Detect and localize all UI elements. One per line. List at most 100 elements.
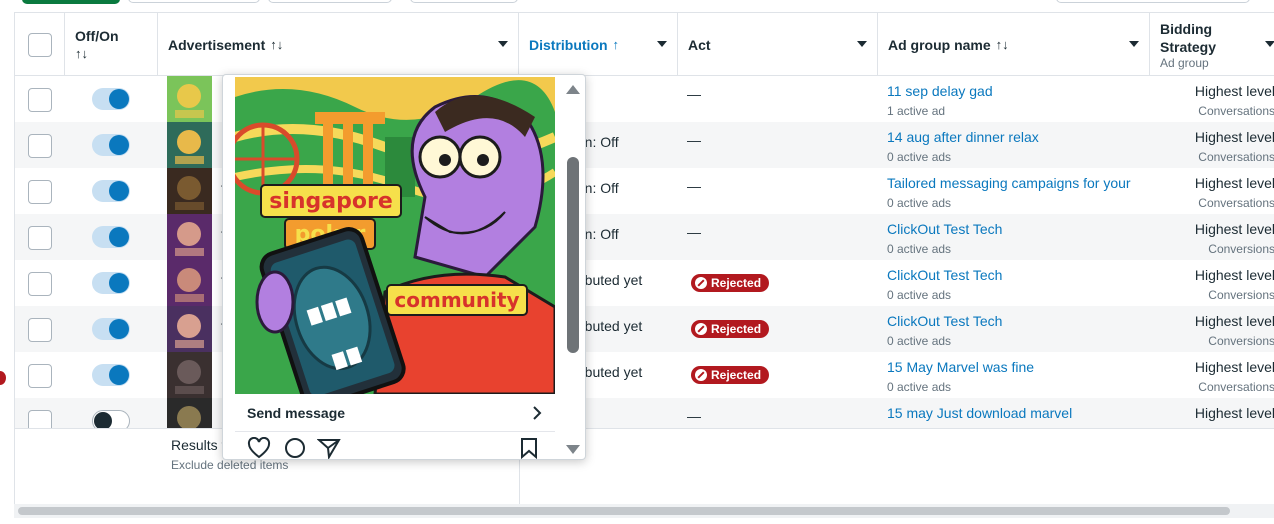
header-bidding-label: Bidding Strategy [1160, 20, 1217, 55]
rejected-badge[interactable]: Rejected [691, 366, 770, 384]
row-checkbox[interactable] [28, 226, 52, 250]
ad-group-link[interactable]: ClickOut Test Tech [887, 313, 1002, 329]
table-footer: Results f Exclude deleted items [15, 428, 1274, 505]
ad-thumbnail[interactable] [167, 168, 212, 214]
heart-icon[interactable] [247, 437, 271, 459]
row-toggle[interactable] [92, 364, 130, 386]
bid-strategy: Highest level [1194, 313, 1274, 329]
toolbar-date-range[interactable] [1056, 0, 1250, 3]
ad-group-link[interactable]: 15 May Marvel was fine [887, 359, 1034, 375]
row-checkbox[interactable] [28, 134, 52, 158]
row-checkbox[interactable] [28, 272, 52, 296]
ad-group-active-count: 0 active ads [887, 150, 952, 164]
toggle-knob [109, 273, 129, 293]
row-toggle[interactable] [92, 88, 130, 110]
comment-icon[interactable] [283, 437, 307, 459]
toggle-knob [109, 135, 129, 155]
bid-strategy: Highest level [1194, 83, 1274, 99]
header-select-all [15, 13, 65, 76]
chevron-down-icon[interactable] [498, 41, 508, 47]
ad-thumbnail[interactable] [167, 352, 212, 398]
send-icon[interactable] [317, 437, 341, 459]
bid-strategy: Highest level [1194, 221, 1274, 237]
bid-strategy-goal: Conversations [1198, 150, 1274, 164]
table-row[interactable]: Taign: Off—Tailored messaging campaigns … [15, 168, 1274, 214]
scroll-down-arrow-icon[interactable] [566, 445, 580, 454]
table-row[interactable]: Tstributed yetRejectedClickOut Test Tech… [15, 260, 1274, 306]
row-toggle[interactable] [92, 134, 130, 156]
bid-strategy: Highest level [1194, 267, 1274, 283]
toolbar-button-group-2[interactable] [268, 0, 392, 3]
horizontal-scrollbar[interactable] [14, 504, 1274, 518]
ad-group-link[interactable]: 11 sep delay gad [887, 83, 993, 99]
blocked-icon [695, 323, 707, 335]
row-toggle[interactable] [92, 180, 130, 202]
scroll-up-arrow-icon[interactable] [566, 85, 580, 94]
row-checkbox[interactable] [28, 318, 52, 342]
toggle-knob [109, 319, 129, 339]
header-distribution-label: Distribution [529, 36, 608, 53]
toggle-knob [109, 227, 129, 247]
bid-strategy: Highest level [1194, 359, 1274, 375]
table-row[interactable]: 1aign: Off—14 aug after dinner relax0 ac… [15, 122, 1274, 168]
chevron-down-icon[interactable] [857, 41, 867, 47]
row-checkbox[interactable] [28, 180, 52, 204]
popup-scrollbar-thumb[interactable] [567, 157, 579, 353]
row-checkbox[interactable] [28, 88, 52, 112]
ads-table: Off/On ↑↓ Advertisement ↑↓ Distribution … [14, 12, 1274, 505]
results-summary: Results f [171, 437, 226, 453]
sort-icon: ↑↓ [995, 37, 1009, 52]
header-bidding-sub: Ad group [1160, 55, 1209, 70]
select-all-checkbox[interactable] [28, 32, 52, 57]
table-row[interactable]: 1stributed yetRejected15 May Marvel was … [15, 352, 1274, 398]
horizontal-scrollbar-thumb[interactable] [18, 507, 1230, 515]
toolbar-button-group[interactable] [128, 0, 260, 3]
toolbar-dropdown[interactable] [410, 0, 518, 3]
rejected-badge[interactable]: Rejected [691, 320, 770, 338]
ad-thumbnail[interactable] [167, 214, 212, 260]
ad-group-link[interactable]: Tailored messaging campaigns for your [887, 175, 1131, 191]
row-toggle[interactable] [92, 318, 130, 340]
bid-strategy: Highest level [1194, 129, 1274, 145]
bid-strategy-goal: Conversions [1208, 334, 1274, 348]
row-toggle[interactable] [92, 272, 130, 294]
chevron-down-icon[interactable] [1265, 41, 1274, 47]
bid-strategy: Highest level [1194, 175, 1274, 191]
ad-group-link[interactable]: ClickOut Test Tech [887, 267, 1002, 283]
header-act[interactable]: Act [678, 13, 878, 76]
header-bidding[interactable]: Bidding Strategy Ad group [1150, 13, 1274, 76]
header-advertisement[interactable]: Advertisement ↑↓ [158, 13, 519, 76]
sort-icon: ↑↓ [75, 46, 88, 61]
blocked-icon [695, 369, 707, 381]
act-value: — [687, 408, 701, 424]
header-adgroup[interactable]: Ad group name ↑↓ [878, 13, 1150, 76]
table-row[interactable]: 1—11 sep delay gad1 active adHighest lev… [15, 76, 1274, 122]
toggle-knob [109, 89, 129, 109]
chevron-down-icon[interactable] [657, 41, 667, 47]
create-button[interactable] [22, 0, 120, 4]
bid-strategy-goal: Conversions [1208, 288, 1274, 302]
ad-group-link[interactable]: 15 may Just download marvel [887, 405, 1072, 421]
header-adgroup-label: Ad group name [888, 36, 991, 53]
ad-thumbnail[interactable] [167, 76, 212, 122]
table-row[interactable]: Taign: Off—ClickOut Test Tech0 active ad… [15, 214, 1274, 260]
row-toggle[interactable] [92, 226, 130, 248]
table-row[interactable]: Tstributed yetRejectedClickOut Test Tech… [15, 306, 1274, 352]
ad-group-link[interactable]: 14 aug after dinner relax [887, 129, 1039, 145]
header-offon[interactable]: Off/On ↑↓ [65, 13, 158, 76]
popup-vertical-scrollbar[interactable] [563, 77, 583, 459]
send-message-cta[interactable]: Send message [235, 394, 555, 432]
rejected-badge[interactable]: Rejected [691, 274, 770, 292]
header-distribution[interactable]: Distribution ↑ [519, 13, 678, 76]
ad-thumbnail[interactable] [167, 260, 212, 306]
ad-group-active-count: 1 active ad [887, 104, 946, 118]
chevron-down-icon[interactable] [1129, 41, 1139, 47]
sort-asc-icon: ↑ [612, 37, 620, 52]
ad-group-link[interactable]: ClickOut Test Tech [887, 221, 1002, 237]
ad-thumbnail[interactable] [167, 122, 212, 168]
bookmark-icon[interactable] [519, 437, 539, 459]
row-checkbox[interactable] [28, 364, 52, 388]
ad-group-active-count: 0 active ads [887, 334, 952, 348]
ad-thumbnail[interactable] [167, 306, 212, 352]
send-message-label: Send message [247, 404, 346, 421]
